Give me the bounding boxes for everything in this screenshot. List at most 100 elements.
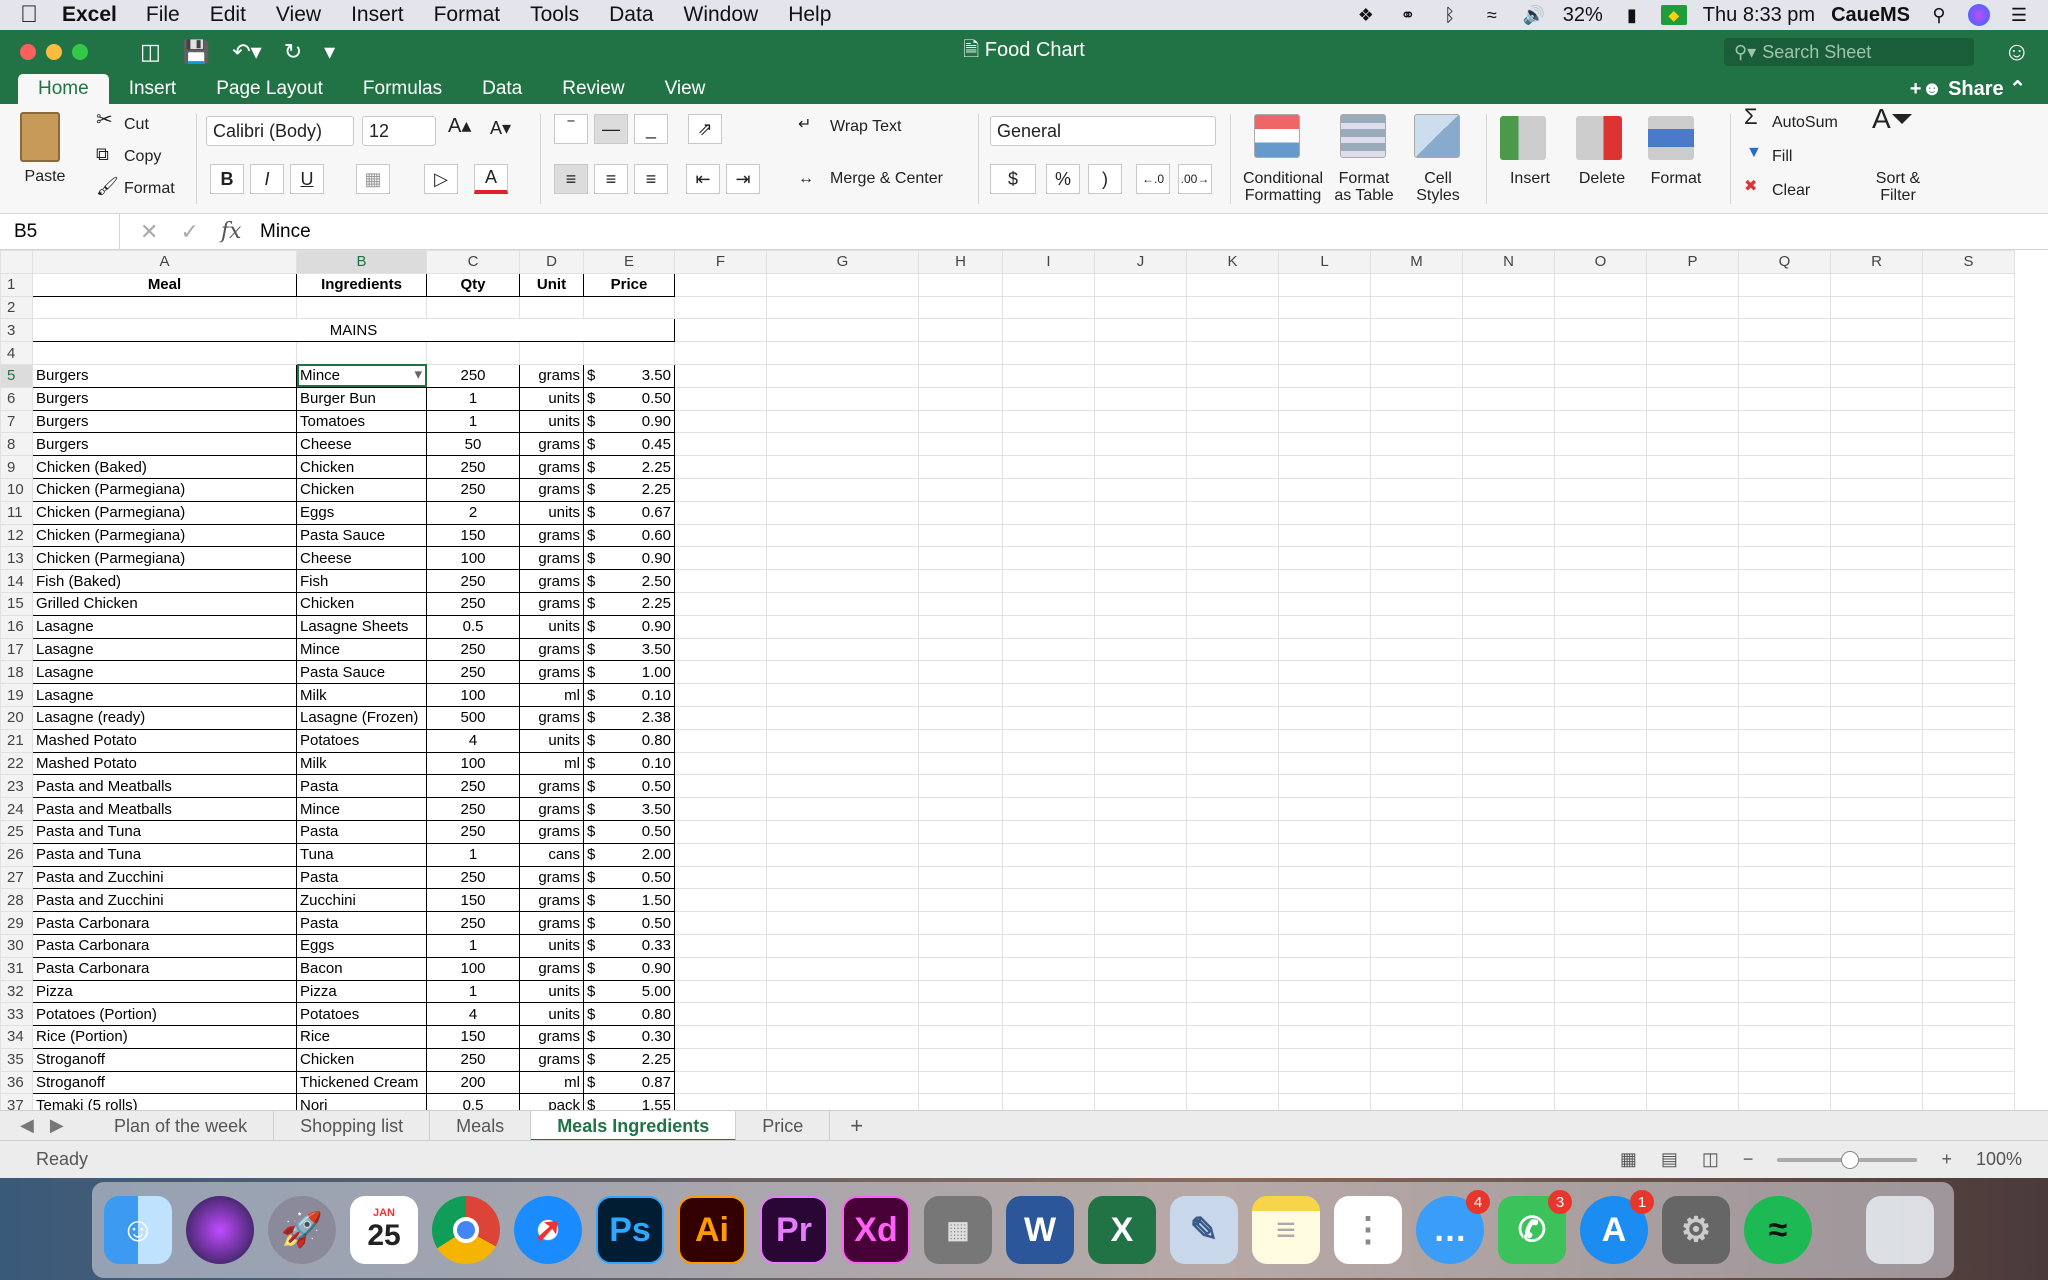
qty-cell[interactable]: 100 <box>426 956 520 981</box>
cell[interactable] <box>1830 1002 1923 1027</box>
cell[interactable] <box>1922 1025 2015 1049</box>
next-sheet-icon[interactable]: ▶ <box>50 1115 64 1136</box>
merge-center-icon[interactable]: ↔ <box>798 170 814 187</box>
meal-cell[interactable]: Burgers <box>32 363 297 388</box>
spotlight-search-icon[interactable]: ⚲ <box>1926 5 1952 25</box>
cell[interactable] <box>1554 569 1647 593</box>
wifi-icon[interactable]: ≈ <box>1479 5 1505 25</box>
ingredient-cell[interactable]: Mince <box>296 797 427 821</box>
cell[interactable] <box>1922 432 2015 457</box>
price-cell[interactable]: $2.00 <box>583 842 675 867</box>
qty-cell[interactable]: 500 <box>426 705 520 730</box>
cell[interactable] <box>766 363 919 388</box>
row-header[interactable]: 1 <box>0 272 33 297</box>
cell[interactable] <box>1738 774 1831 799</box>
cell[interactable] <box>1278 500 1371 525</box>
cell[interactable] <box>1002 432 1095 457</box>
cell[interactable] <box>674 569 767 593</box>
meal-cell[interactable]: Rice (Portion) <box>32 1025 297 1049</box>
cell[interactable] <box>674 1070 767 1095</box>
price-cell[interactable]: $0.90 <box>583 409 675 434</box>
cell[interactable] <box>1462 341 1555 365</box>
word-icon[interactable]: W <box>1006 1196 1074 1264</box>
row-header[interactable]: 32 <box>0 979 33 1004</box>
cell[interactable] <box>1830 888 1923 913</box>
cell[interactable] <box>918 865 1003 890</box>
zoom-out-icon[interactable]: − <box>1743 1149 1754 1170</box>
meal-cell[interactable]: Pasta Carbonara <box>32 933 297 958</box>
cell[interactable] <box>918 409 1003 434</box>
price-cell[interactable]: $0.90 <box>583 956 675 981</box>
cell[interactable] <box>1094 295 1187 320</box>
column-title-cell[interactable]: Ingredients <box>296 272 427 297</box>
cell[interactable] <box>1094 842 1187 867</box>
cell[interactable] <box>1094 751 1187 776</box>
meal-cell[interactable]: Pasta and Zucchini <box>32 865 297 890</box>
cell[interactable] <box>1370 272 1463 297</box>
cell[interactable] <box>1186 569 1279 593</box>
meal-cell[interactable]: Pizza <box>32 979 297 1004</box>
cell[interactable] <box>674 956 767 981</box>
cell[interactable] <box>674 683 767 707</box>
unit-cell[interactable]: grams <box>519 569 584 593</box>
cell[interactable] <box>674 751 767 776</box>
price-cell[interactable]: $0.50 <box>583 911 675 935</box>
dropbox-icon[interactable]: ❖ <box>1353 5 1379 25</box>
cell[interactable] <box>1646 386 1739 411</box>
cell[interactable] <box>1370 1025 1463 1049</box>
cell[interactable] <box>1094 500 1187 525</box>
cell[interactable] <box>1002 728 1095 753</box>
ingredient-cell[interactable]: Tuna <box>296 842 427 867</box>
cell[interactable] <box>766 979 919 1004</box>
cell-dropdown-icon[interactable]: ▾ <box>414 365 422 383</box>
cell[interactable] <box>1738 911 1831 935</box>
cell[interactable] <box>1370 797 1463 821</box>
cell[interactable] <box>1370 363 1463 388</box>
launchpad-icon[interactable]: 🚀 <box>268 1196 336 1264</box>
cell[interactable] <box>674 728 767 753</box>
cell[interactable] <box>674 455 767 479</box>
cell[interactable] <box>766 842 919 867</box>
cell[interactable] <box>1186 751 1279 776</box>
qty-cell[interactable]: 250 <box>426 477 520 502</box>
row-header[interactable]: 9 <box>0 455 33 479</box>
cell[interactable] <box>1922 477 2015 502</box>
cell[interactable] <box>766 683 919 707</box>
bold-button[interactable]: B <box>210 164 244 194</box>
cell[interactable] <box>918 455 1003 479</box>
price-cell[interactable]: $0.50 <box>583 865 675 890</box>
cell[interactable] <box>1278 295 1371 320</box>
cell[interactable] <box>1922 911 2015 935</box>
cell[interactable] <box>1278 774 1371 799</box>
ingredient-cell[interactable]: Pasta <box>296 865 427 890</box>
format-as-table-button[interactable]: Format as Table <box>1326 170 1402 204</box>
row-header[interactable]: 3 <box>0 318 33 343</box>
add-sheet-icon[interactable]: + <box>830 1113 883 1139</box>
ingredient-cell[interactable]: Cheese <box>296 432 427 457</box>
qty-cell[interactable]: 1 <box>426 842 520 867</box>
cell[interactable] <box>1646 318 1739 343</box>
price-cell[interactable]: $0.50 <box>583 774 675 799</box>
cell[interactable] <box>674 705 767 730</box>
cell[interactable] <box>1278 614 1371 639</box>
ingredient-cell[interactable]: Mince ▾ <box>296 363 427 388</box>
price-cell[interactable]: $0.80 <box>583 728 675 753</box>
qty-cell[interactable]: 250 <box>426 774 520 799</box>
cell[interactable] <box>1186 341 1279 365</box>
row-header[interactable]: 15 <box>0 591 33 616</box>
row-header[interactable]: 2 <box>0 295 33 320</box>
formula-input[interactable]: Mince <box>260 221 2048 243</box>
meal-cell[interactable]: Pasta and Meatballs <box>32 774 297 799</box>
cell[interactable] <box>674 523 767 548</box>
cell[interactable] <box>1462 614 1555 639</box>
cell[interactable] <box>1002 569 1095 593</box>
cell[interactable] <box>1278 637 1371 662</box>
cell[interactable] <box>1186 614 1279 639</box>
cell[interactable] <box>1462 911 1555 935</box>
price-cell[interactable]: $0.33 <box>583 933 675 958</box>
row-header[interactable]: 11 <box>0 500 33 525</box>
cell[interactable] <box>1830 660 1923 685</box>
cell[interactable] <box>1738 295 1831 320</box>
cell[interactable] <box>1278 363 1371 388</box>
copy-icon[interactable]: ⧉ <box>96 145 109 163</box>
